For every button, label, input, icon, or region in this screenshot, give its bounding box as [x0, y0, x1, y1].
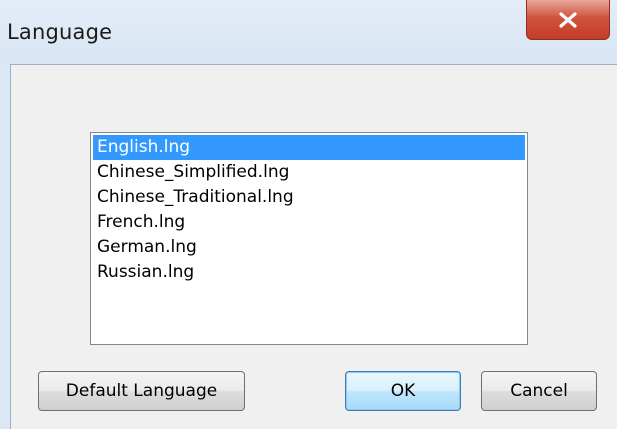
language-listbox[interactable]: English.lng Chinese_Simplified.lng Chine… [90, 132, 528, 345]
close-button[interactable] [526, 0, 610, 40]
title-bar: Language [0, 0, 617, 64]
ok-button[interactable]: OK [345, 371, 461, 411]
list-item[interactable]: French.lng [93, 210, 525, 235]
dialog-body: English.lng Chinese_Simplified.lng Chine… [10, 64, 617, 429]
list-item[interactable]: Russian.lng [93, 260, 525, 285]
list-item[interactable]: Chinese_Traditional.lng [93, 185, 525, 210]
list-item[interactable]: Chinese_Simplified.lng [93, 160, 525, 185]
dialog-title: Language [7, 20, 113, 44]
cancel-button[interactable]: Cancel [481, 371, 597, 411]
default-language-button[interactable]: Default Language [38, 371, 245, 411]
close-icon [559, 11, 577, 28]
language-dialog: Language English.lng Chinese_Simplified.… [0, 0, 617, 429]
list-item[interactable]: German.lng [93, 235, 525, 260]
list-item[interactable]: English.lng [93, 135, 525, 160]
